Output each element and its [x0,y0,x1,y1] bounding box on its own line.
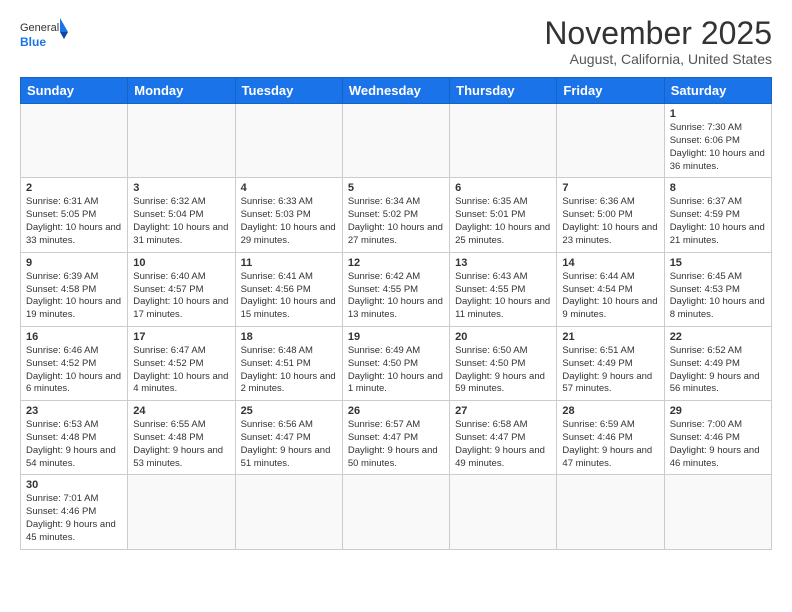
header-saturday: Saturday [664,78,771,104]
location-subtitle: August, California, United States [544,51,772,67]
empty-cell [235,475,342,549]
day-16: 16 Sunrise: 6:46 AMSunset: 4:52 PMDaylig… [21,326,128,400]
day-23: 23 Sunrise: 6:53 AMSunset: 4:48 PMDaylig… [21,401,128,475]
day-28: 28 Sunrise: 6:59 AMSunset: 4:46 PMDaylig… [557,401,664,475]
empty-cell [21,104,128,178]
calendar-row-6: 30 Sunrise: 7:01 AMSunset: 4:46 PMDaylig… [21,475,772,549]
day-22: 22 Sunrise: 6:52 AMSunset: 4:49 PMDaylig… [664,326,771,400]
empty-cell [128,475,235,549]
empty-cell [450,104,557,178]
svg-text:General: General [20,22,59,34]
day-10: 10 Sunrise: 6:40 AMSunset: 4:57 PMDaylig… [128,252,235,326]
day-20: 20 Sunrise: 6:50 AMSunset: 4:50 PMDaylig… [450,326,557,400]
empty-cell [235,104,342,178]
day-3: 3 Sunrise: 6:32 AMSunset: 5:04 PMDayligh… [128,178,235,252]
empty-cell [557,104,664,178]
calendar-row-4: 16 Sunrise: 6:46 AMSunset: 4:52 PMDaylig… [21,326,772,400]
header-sunday: Sunday [21,78,128,104]
header-wednesday: Wednesday [342,78,449,104]
calendar-row-5: 23 Sunrise: 6:53 AMSunset: 4:48 PMDaylig… [21,401,772,475]
calendar-row-2: 2 Sunrise: 6:31 AMSunset: 5:05 PMDayligh… [21,178,772,252]
calendar-row-3: 9 Sunrise: 6:39 AMSunset: 4:58 PMDayligh… [21,252,772,326]
day-1-info: Sunrise: 7:30 AM Sunset: 6:06 PM Dayligh… [670,122,766,173]
header-friday: Friday [557,78,664,104]
empty-cell [342,475,449,549]
page: General Blue November 2025 August, Calif… [0,0,792,560]
empty-cell [128,104,235,178]
calendar-row-1: 1 Sunrise: 7:30 AM Sunset: 6:06 PM Dayli… [21,104,772,178]
day-6: 6 Sunrise: 6:35 AMSunset: 5:01 PMDayligh… [450,178,557,252]
day-30: 30 Sunrise: 7:01 AMSunset: 4:46 PMDaylig… [21,475,128,549]
day-24: 24 Sunrise: 6:55 AMSunset: 4:48 PMDaylig… [128,401,235,475]
day-13: 13 Sunrise: 6:43 AMSunset: 4:55 PMDaylig… [450,252,557,326]
day-21: 21 Sunrise: 6:51 AMSunset: 4:49 PMDaylig… [557,326,664,400]
day-18: 18 Sunrise: 6:48 AMSunset: 4:51 PMDaylig… [235,326,342,400]
logo: General Blue [20,16,70,56]
generalblue-logo-icon: General Blue [20,16,70,56]
day-1: 1 Sunrise: 7:30 AM Sunset: 6:06 PM Dayli… [664,104,771,178]
day-4: 4 Sunrise: 6:33 AMSunset: 5:03 PMDayligh… [235,178,342,252]
day-26: 26 Sunrise: 6:57 AMSunset: 4:47 PMDaylig… [342,401,449,475]
calendar-table: Sunday Monday Tuesday Wednesday Thursday… [20,77,772,550]
day-25: 25 Sunrise: 6:56 AMSunset: 4:47 PMDaylig… [235,401,342,475]
day-29: 29 Sunrise: 7:00 AMSunset: 4:46 PMDaylig… [664,401,771,475]
svg-text:Blue: Blue [20,35,46,49]
header: General Blue November 2025 August, Calif… [20,16,772,67]
day-11: 11 Sunrise: 6:41 AMSunset: 4:56 PMDaylig… [235,252,342,326]
day-12: 12 Sunrise: 6:42 AMSunset: 4:55 PMDaylig… [342,252,449,326]
day-17: 17 Sunrise: 6:47 AMSunset: 4:52 PMDaylig… [128,326,235,400]
header-monday: Monday [128,78,235,104]
empty-cell [664,475,771,549]
empty-cell [557,475,664,549]
day-2: 2 Sunrise: 6:31 AMSunset: 5:05 PMDayligh… [21,178,128,252]
empty-cell [450,475,557,549]
header-thursday: Thursday [450,78,557,104]
day-7: 7 Sunrise: 6:36 AMSunset: 5:00 PMDayligh… [557,178,664,252]
day-27: 27 Sunrise: 6:58 AMSunset: 4:47 PMDaylig… [450,401,557,475]
title-area: November 2025 August, California, United… [544,16,772,67]
day-5: 5 Sunrise: 6:34 AMSunset: 5:02 PMDayligh… [342,178,449,252]
weekday-header-row: Sunday Monday Tuesday Wednesday Thursday… [21,78,772,104]
day-9: 9 Sunrise: 6:39 AMSunset: 4:58 PMDayligh… [21,252,128,326]
day-14: 14 Sunrise: 6:44 AMSunset: 4:54 PMDaylig… [557,252,664,326]
month-title: November 2025 [544,16,772,51]
header-tuesday: Tuesday [235,78,342,104]
day-15: 15 Sunrise: 6:45 AMSunset: 4:53 PMDaylig… [664,252,771,326]
empty-cell [342,104,449,178]
day-19: 19 Sunrise: 6:49 AMSunset: 4:50 PMDaylig… [342,326,449,400]
day-8: 8 Sunrise: 6:37 AMSunset: 4:59 PMDayligh… [664,178,771,252]
